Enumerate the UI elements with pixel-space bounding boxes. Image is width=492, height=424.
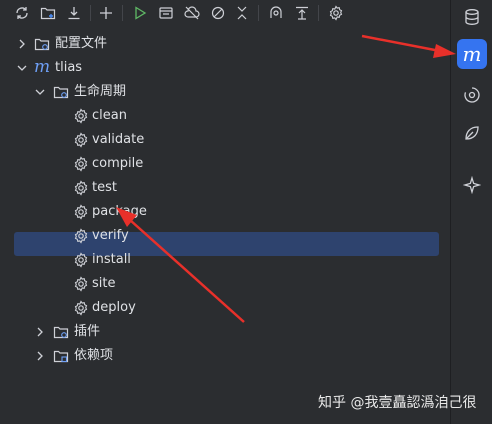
- lifecycle-goal-compile[interactable]: compile: [0, 152, 450, 176]
- tree-node-plugins[interactable]: 插件: [0, 320, 450, 344]
- download-icon[interactable]: [64, 3, 84, 23]
- lifecycle-goal-package[interactable]: package: [0, 200, 450, 224]
- skip-tests-icon[interactable]: [208, 3, 228, 23]
- leaf-icon[interactable]: [457, 118, 487, 148]
- settings-icon[interactable]: [326, 3, 346, 23]
- ai-assistant-icon[interactable]: [457, 170, 487, 200]
- run-configuration-icon[interactable]: [156, 3, 176, 23]
- tree-label: test: [92, 180, 117, 195]
- lifecycle-goal-site[interactable]: site: [0, 272, 450, 296]
- lifecycle-goal-verify[interactable]: verify: [0, 224, 450, 248]
- gear-icon: [74, 204, 88, 220]
- tree-label: 生命周期: [74, 84, 127, 99]
- chevron-right-icon[interactable]: [34, 326, 46, 338]
- analyze-dependencies-icon[interactable]: [266, 3, 286, 23]
- tree-label: 依赖项: [74, 348, 114, 363]
- plus-icon[interactable]: [96, 3, 116, 23]
- gear-icon: [74, 252, 88, 268]
- tree-label: clean: [92, 108, 127, 123]
- tree-label: deploy: [92, 300, 136, 315]
- tree-node-config-files[interactable]: 配置文件: [0, 32, 450, 56]
- tree-node-project[interactable]: m tlias: [0, 56, 450, 80]
- tree-label: package: [92, 204, 147, 219]
- folder-dependencies-icon: [53, 350, 69, 363]
- maven-project-icon: m: [34, 57, 51, 77]
- endpoints-icon[interactable]: [457, 80, 487, 110]
- tree-label: verify: [92, 228, 129, 243]
- chevron-right-icon[interactable]: [34, 350, 46, 362]
- tree-label: 插件: [74, 324, 101, 339]
- gear-icon: [74, 276, 88, 292]
- maven-toolbar: [0, 0, 450, 26]
- tree-label: 配置文件: [55, 36, 108, 51]
- collapse-icon[interactable]: [232, 3, 252, 23]
- chevron-right-icon[interactable]: [16, 38, 28, 50]
- lifecycle-goal-validate[interactable]: validate: [0, 128, 450, 152]
- gear-icon: [74, 180, 88, 196]
- tree-label: install: [92, 252, 131, 267]
- folder-plugins-icon: [53, 326, 69, 339]
- refresh-icon[interactable]: [12, 3, 32, 23]
- watermark: 知乎 @我壹矗認潙洎己很: [318, 395, 477, 411]
- maven-icon[interactable]: m: [457, 39, 487, 69]
- folder-config-icon: [34, 38, 50, 51]
- gear-icon: [74, 156, 88, 172]
- right-tool-stripe: m: [450, 0, 492, 424]
- gear-icon: [74, 108, 88, 124]
- tree-label: compile: [92, 156, 144, 171]
- tree-label: site: [92, 276, 116, 291]
- run-icon[interactable]: [130, 3, 150, 23]
- folder-add-icon[interactable]: [38, 3, 58, 23]
- tree-label: validate: [92, 132, 145, 147]
- lifecycle-goal-deploy[interactable]: deploy: [0, 296, 450, 320]
- gear-icon: [74, 300, 88, 316]
- show-diagram-icon[interactable]: [292, 3, 312, 23]
- folder-lifecycle-icon: [53, 86, 69, 99]
- database-icon[interactable]: [457, 2, 487, 32]
- lifecycle-goal-clean[interactable]: clean: [0, 104, 450, 128]
- maven-tool-window: 配置文件 m tlias 生命周期 clean validate compile: [0, 0, 492, 424]
- offline-icon[interactable]: [182, 3, 202, 23]
- chevron-down-icon[interactable]: [16, 62, 28, 74]
- tree-label: tlias: [55, 60, 83, 75]
- lifecycle-goal-test[interactable]: test: [0, 176, 450, 200]
- gear-icon: [74, 228, 88, 244]
- chevron-down-icon[interactable]: [34, 86, 46, 98]
- tree-node-lifecycle[interactable]: 生命周期: [0, 80, 450, 104]
- tree-node-dependencies[interactable]: 依赖项: [0, 344, 450, 368]
- lifecycle-goal-install[interactable]: install: [0, 248, 450, 272]
- gear-icon: [74, 132, 88, 148]
